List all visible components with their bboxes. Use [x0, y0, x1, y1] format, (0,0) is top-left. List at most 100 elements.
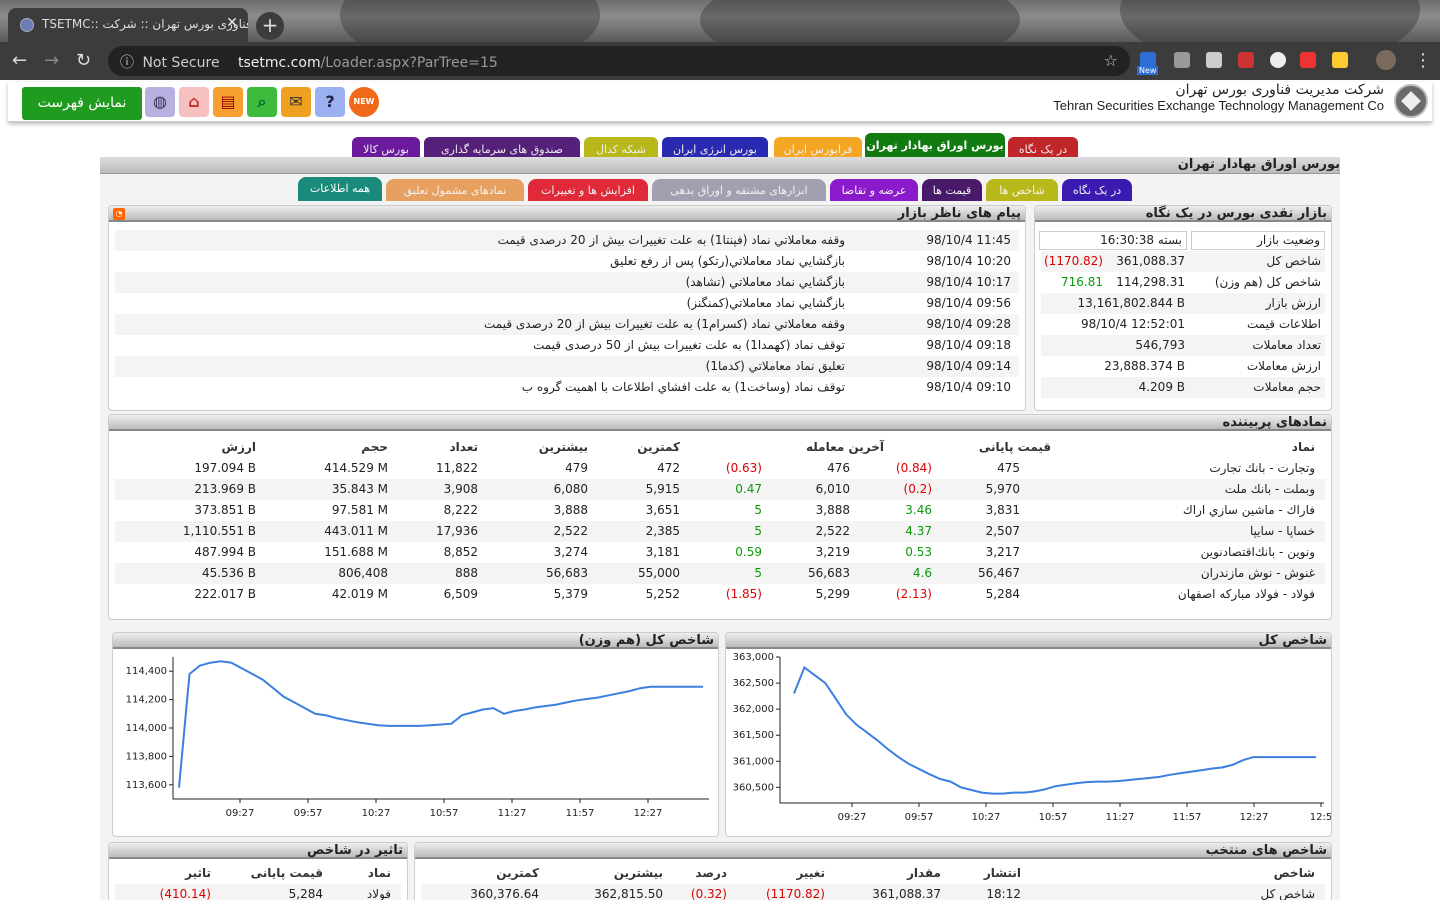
- forward-icon[interactable]: →: [44, 50, 59, 71]
- globe-icon[interactable]: ◍: [145, 87, 175, 117]
- message-time: 98/10/4 09:28: [926, 317, 1011, 331]
- back-icon[interactable]: ←: [12, 50, 27, 71]
- symbol-row[interactable]: غنوش - نوش مازندران 56,467 4.6 56,683 5 55,00…: [115, 563, 1325, 584]
- symbols-header-cell: بیشترین: [538, 440, 588, 454]
- sub-tab-glance[interactable]: در یک نگاه: [1062, 179, 1132, 201]
- new-badge-icon[interactable]: NEW: [349, 87, 379, 117]
- symbol-row[interactable]: فاراك - ماشين سازي اراك 3,831 3.46 3,888 5 3,…: [115, 500, 1325, 521]
- symbol-count: 8,852: [443, 545, 478, 559]
- index-chart-panel: شاخص کل 363,000 362,500 362,000 361,500 361,…: [725, 632, 1332, 837]
- symbol-name[interactable]: وتجارت - بانك تجارت: [1209, 458, 1315, 479]
- show-list-button[interactable]: نمایش فهرست: [22, 87, 142, 120]
- sub-tab-all-info[interactable]: همه اطلاعات: [298, 177, 382, 201]
- site-header: نمایش فهرست ◍ ⌂ ▤ ⌕ ✉ ? NEW شرکت مدیریت …: [8, 82, 1432, 122]
- message-row: 98/10/4 09:14 تعليق نماد معاملاتي (كدما1): [115, 356, 1019, 377]
- symbol-row[interactable]: وتجارت - بانك تجارت 475 (0.84) 476 (0.63) 472…: [115, 458, 1325, 479]
- rss-icon[interactable]: ◔: [113, 208, 125, 220]
- background-shape: [700, 0, 1020, 42]
- symbol-close-change: 0.53: [905, 545, 932, 559]
- symbol-name[interactable]: غنوش - نوش مازندران: [1201, 563, 1315, 584]
- extension-icon[interactable]: [1238, 52, 1254, 68]
- new-tab-button[interactable]: +: [256, 12, 284, 40]
- sub-tab-supply-demand[interactable]: عرضه و تقاضا: [830, 179, 918, 201]
- market-row: وضعیت بازار بسته 16:30:38: [1039, 230, 1325, 251]
- extension-icon[interactable]: [1206, 52, 1222, 68]
- selected-header-cell: انتشار: [983, 866, 1021, 880]
- sub-tab-prices[interactable]: قیمت ها: [922, 179, 982, 201]
- symbol-row[interactable]: فولاد - فولاد مباركه اصفهان 5,284 (2.13) 5,…: [115, 584, 1325, 605]
- symbol-high: 2,522: [553, 524, 588, 538]
- market-row: شاخص کل (هم وزن) 114,298.31 716.81: [1041, 272, 1325, 293]
- table-icon[interactable]: ▤: [213, 87, 243, 117]
- symbols-header-cell: آخرین معامله: [805, 440, 885, 454]
- help-icon[interactable]: ?: [315, 87, 345, 117]
- x-tick-label: 09:57: [905, 812, 934, 823]
- main-tab-energy[interactable]: بورس انرژی ایران: [662, 137, 768, 159]
- symbol-name[interactable]: فاراك - ماشين سازي اراك: [1183, 500, 1315, 521]
- url-path: /Loader.aspx?ParTree=15: [320, 55, 498, 71]
- menu-kebab-icon[interactable]: ⋮: [1414, 50, 1432, 71]
- symbol-low: 472: [657, 461, 680, 475]
- sub-tab-suspended[interactable]: نمادهای مشمول تعلیق: [386, 179, 524, 201]
- symbol-name[interactable]: ونوين - بانك‌اقتصادنوين: [1201, 542, 1315, 563]
- symbol-volume: 42.019 M: [331, 587, 388, 601]
- message-row: 98/10/4 09:10 توقف نماد (وساخت1) به علت ا…: [115, 377, 1019, 398]
- message-time: 98/10/4 10:17: [926, 275, 1011, 289]
- effect-row: فولاد 5,284 (410.14): [115, 884, 401, 900]
- message-time: 98/10/4 09:10: [926, 380, 1011, 394]
- url-host: tsetmc.com: [238, 55, 321, 71]
- extension-icon[interactable]: [1270, 52, 1286, 68]
- symbol-high: 5,379: [553, 587, 588, 601]
- symbol-last: 3,219: [815, 545, 850, 559]
- background-shape: [340, 0, 600, 42]
- main-tab-codal[interactable]: شبکه کدال: [584, 137, 658, 159]
- x-tick-label: 12:5: [1310, 812, 1331, 823]
- symbol-row[interactable]: ونوين - بانك‌اقتصادنوين 3,217 0.53 3,219 0.5…: [115, 542, 1325, 563]
- status-value-box: بسته 16:30:38: [1039, 231, 1187, 250]
- extension-icon[interactable]: [1300, 52, 1316, 68]
- sub-tab-derivatives[interactable]: ابزارهای مشتقه و اوراق بدهی: [652, 179, 826, 201]
- symbol-close-change: 3.46: [905, 503, 932, 517]
- profile-avatar[interactable]: [1376, 50, 1396, 70]
- info-icon[interactable]: ⓘ: [120, 55, 134, 71]
- symbol-row[interactable]: وبملت - بانك ملت 5,970 (0.2) 6,010 0.47 5,915…: [115, 479, 1325, 500]
- tab-title: TSETMC:: فناوری بورس تهران :: شرکت: [42, 17, 248, 31]
- main-tab-tse[interactable]: بورس اوراق بهادار تهران: [865, 133, 1005, 159]
- symbol-high: 6,080: [553, 482, 588, 496]
- symbol-last-change: 0.47: [735, 482, 762, 496]
- search-icon[interactable]: ⌕: [247, 87, 277, 117]
- x-tick-label: 11:27: [498, 808, 527, 819]
- sub-tab-indices[interactable]: شاخص ها: [986, 179, 1058, 201]
- message-row: 98/10/4 09:18 توقف نماد (كهمدا1) به علت ت…: [115, 335, 1019, 356]
- close-tab-icon[interactable]: ✕: [226, 15, 238, 31]
- symbol-volume: 35.843 M: [331, 482, 388, 496]
- symbol-name[interactable]: وبملت - بانك ملت: [1225, 479, 1315, 500]
- selected-high: 362,815.50: [594, 887, 663, 900]
- top-symbols-panel: نمادهای پربیننده نماد قیمت پایانی آخرین مع…: [108, 414, 1332, 620]
- company-name-en: Tehran Securities Exchange Technology Ma…: [1053, 98, 1384, 113]
- extension-icon[interactable]: [1332, 52, 1348, 68]
- bookmark-star-icon[interactable]: ☆: [1104, 51, 1118, 70]
- main-tab-ifb[interactable]: فرابورس ایران: [774, 137, 862, 159]
- browser-tab[interactable]: TSETMC:: فناوری بورس تهران :: شرکت ✕: [8, 8, 248, 42]
- symbol-name[interactable]: خساپا - سايپا: [1250, 521, 1315, 542]
- message-row: 98/10/4 09:56 بازگشايي نماد معاملاتي(كمنگ…: [115, 293, 1019, 314]
- home-icon[interactable]: ⌂: [179, 87, 209, 117]
- sub-tab-changes[interactable]: افزایش ها و تغییرات: [528, 179, 648, 201]
- top-symbols-title: نمادهای پربیننده: [109, 415, 1331, 431]
- message-icon[interactable]: ✉: [281, 87, 311, 117]
- symbol-value: 487.994 B: [194, 545, 256, 559]
- address-bar[interactable]: ⓘ Not Secure tsetmc.com/Loader.aspx?ParT…: [108, 46, 1130, 76]
- extension-icon[interactable]: [1174, 52, 1190, 68]
- symbol-name[interactable]: فولاد - فولاد مباركه اصفهان: [1178, 584, 1315, 605]
- main-tab-funds[interactable]: صندوق های سرمایه گذاری: [424, 137, 580, 159]
- reload-icon[interactable]: ↻: [76, 50, 91, 71]
- message-text: بازگشايي نماد معاملاتي (تشاهد): [685, 275, 845, 289]
- market-row: شاخص کل 361,088.37 (1170.82): [1041, 251, 1325, 272]
- x-tick-label: 12:27: [634, 808, 663, 819]
- symbol-close-change: (0.2): [903, 482, 932, 496]
- main-tab-commodity[interactable]: بورس کالا: [352, 137, 420, 159]
- effect-header-cell: قیمت پایانی: [250, 866, 323, 880]
- main-tab-glance[interactable]: در یک نگاه: [1008, 137, 1078, 159]
- symbol-row[interactable]: خساپا - سايپا 2,507 4.37 2,522 5 2,385 2,522 17…: [115, 521, 1325, 542]
